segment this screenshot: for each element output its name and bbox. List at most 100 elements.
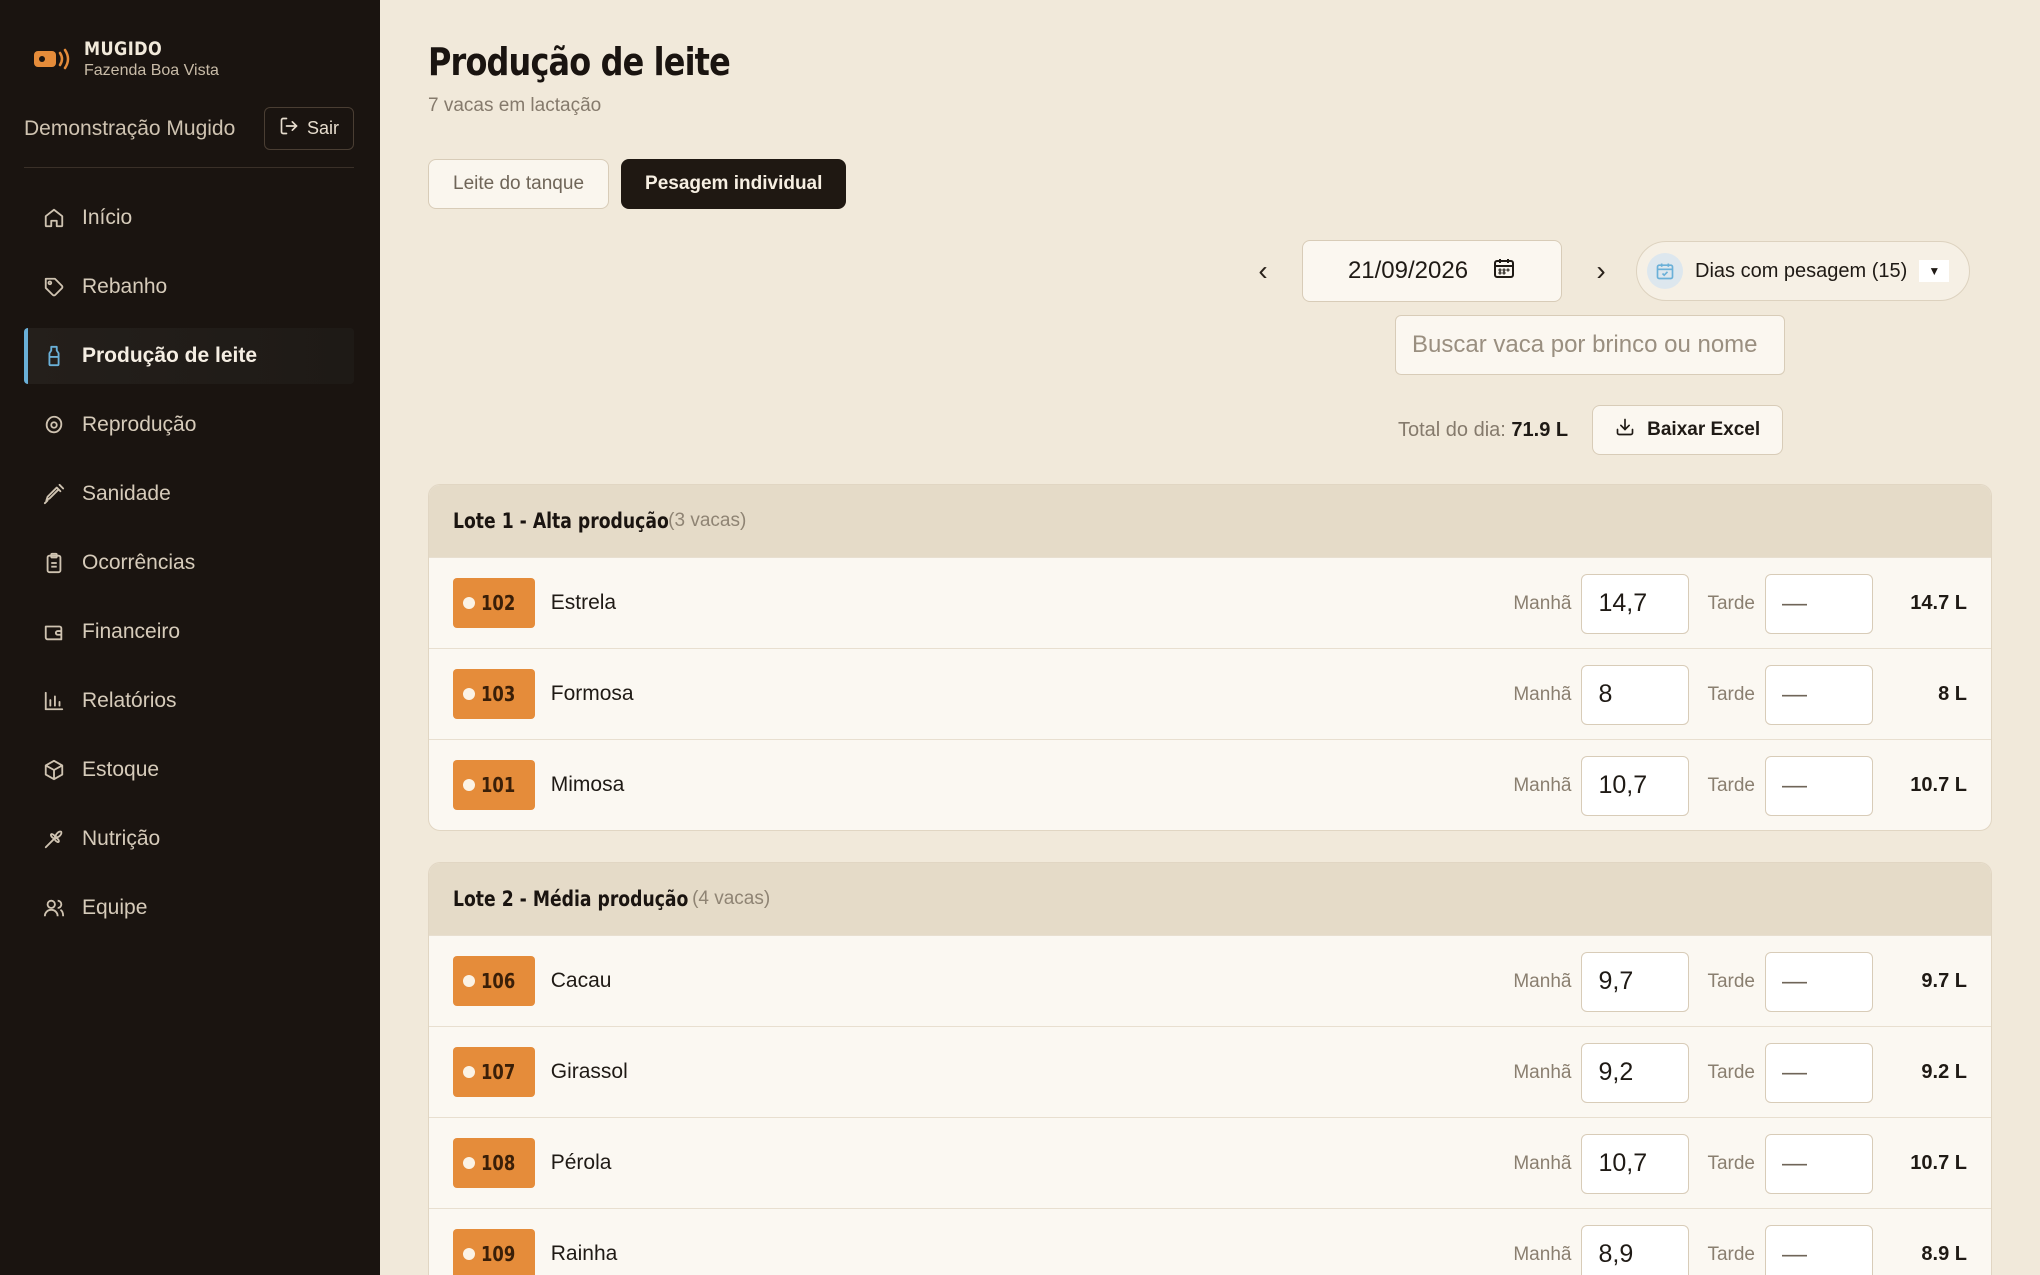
home-icon	[42, 206, 66, 230]
morning-label: Manhã	[1513, 1061, 1572, 1083]
afternoon-input[interactable]	[1765, 573, 1873, 634]
cow-total: 8.9 L	[1921, 1243, 1967, 1265]
cow-row: 109 Rainha Manhã Tarde 8.9 L	[429, 1208, 1991, 1275]
day-total-value: 71.9 L	[1511, 418, 1569, 441]
afternoon-label: Tarde	[1707, 970, 1755, 992]
sidebar-item-label: Ocorrências	[82, 551, 196, 574]
afternoon-input[interactable]	[1765, 664, 1873, 725]
sidebar-item-equipe[interactable]: Equipe	[24, 880, 354, 936]
download-excel-button[interactable]: Baixar Excel	[1592, 405, 1784, 455]
lot-count: (3 vacas)	[668, 510, 747, 531]
afternoon-input[interactable]	[1765, 1133, 1873, 1194]
sidebar-item-relatorios[interactable]: Relatórios	[24, 673, 354, 729]
sidebar-item-label: Início	[82, 206, 133, 229]
sidebar-item-sanidade[interactable]: Sanidade	[24, 466, 354, 522]
ear-tag-badge: 103	[453, 669, 535, 719]
morning-input[interactable]	[1581, 1133, 1690, 1194]
lot-count: (4 vacas)	[692, 888, 771, 909]
tab-leite-do-tanque[interactable]: Leite do tanque	[428, 159, 610, 209]
farm-name: Fazenda Boa Vista	[84, 62, 219, 79]
mugido-logo-icon	[32, 38, 74, 80]
sidebar-divider	[24, 167, 354, 168]
tag-dot-icon	[463, 1157, 475, 1169]
next-day-button[interactable]: ›	[1578, 255, 1624, 287]
user-row: Demonstração Mugido Sair	[24, 107, 354, 150]
sidebar-item-label: Relatórios	[82, 689, 177, 712]
box-icon	[42, 758, 66, 782]
afternoon-input[interactable]	[1765, 755, 1873, 816]
tabs: Leite do tanque Pesagem individual	[428, 159, 847, 209]
morning-input[interactable]	[1581, 1224, 1690, 1275]
sidebar-item-financeiro[interactable]: Financeiro	[24, 604, 354, 660]
main-content: Produção de leite 7 vacas em lactação Le…	[380, 0, 2040, 1275]
sidebar-item-producao-de-leite[interactable]: Produção de leite	[24, 328, 354, 384]
weighing-days-dropdown[interactable]: Dias com pesagem (15) ▼	[1636, 241, 1971, 301]
morning-input[interactable]	[1581, 573, 1690, 634]
lot-header: Lote 2 - Média produção (4 vacas)	[429, 863, 1991, 935]
morning-input[interactable]	[1581, 755, 1690, 816]
search-input[interactable]	[1395, 315, 1785, 375]
lot-title: Lote 1 - Alta produção	[453, 509, 669, 533]
user-name: Demonstração Mugido	[24, 116, 236, 140]
cow-name: Estrela	[550, 591, 617, 614]
cow-total: 10.7 L	[1910, 774, 1967, 796]
morning-input[interactable]	[1581, 951, 1690, 1012]
cow-name: Pérola	[550, 1151, 612, 1174]
cow-name: Cacau	[550, 969, 612, 992]
ear-tag-number: 101	[481, 773, 516, 797]
afternoon-label: Tarde	[1707, 774, 1755, 796]
bar-chart-icon	[42, 689, 66, 713]
sidebar: MUGIDO Fazenda Boa Vista Demonstração Mu…	[0, 0, 380, 1275]
sidebar-item-reproducao[interactable]: Reprodução	[24, 397, 354, 453]
wheat-icon	[42, 827, 66, 851]
calendar-check-icon	[1647, 253, 1683, 289]
lot-header: Lote 1 - Alta produção (3 vacas)	[429, 485, 1991, 557]
milk-bottle-icon	[42, 344, 66, 368]
sidebar-nav: Início Rebanho Produção de leite Reprodu…	[24, 190, 354, 949]
morning-label: Manhã	[1513, 774, 1572, 796]
morning-input[interactable]	[1581, 1042, 1690, 1103]
ear-tag-number: 103	[481, 682, 516, 706]
tab-pesagem-individual[interactable]: Pesagem individual	[621, 159, 847, 209]
brand[interactable]: MUGIDO Fazenda Boa Vista	[32, 38, 219, 80]
ear-tag-number: 108	[481, 1151, 516, 1175]
cow-row: 106 Cacau Manhã Tarde 9.7 L	[429, 935, 1991, 1026]
morning-label: Manhã	[1513, 683, 1572, 705]
tag-dot-icon	[463, 779, 475, 791]
afternoon-label: Tarde	[1707, 1152, 1755, 1174]
reproduction-icon	[42, 413, 66, 437]
weighing-days-label: Dias com pesagem (15)	[1695, 259, 1908, 282]
ear-tag-badge: 102	[453, 578, 535, 628]
logout-button[interactable]: Sair	[263, 107, 354, 150]
sidebar-item-label: Estoque	[82, 758, 160, 781]
morning-input[interactable]	[1581, 664, 1690, 725]
sidebar-item-label: Sanidade	[82, 482, 171, 505]
afternoon-input[interactable]	[1765, 1224, 1873, 1275]
tag-dot-icon	[463, 1248, 475, 1260]
previous-day-button[interactable]: ‹	[1240, 255, 1286, 287]
cow-row: 107 Girassol Manhã Tarde 9.2 L	[429, 1026, 1991, 1117]
cow-name: Mimosa	[550, 773, 625, 796]
sidebar-item-estoque[interactable]: Estoque	[24, 742, 354, 798]
sidebar-item-label: Reprodução	[82, 413, 197, 436]
afternoon-input[interactable]	[1765, 1042, 1873, 1103]
cow-name: Girassol	[550, 1060, 628, 1083]
ear-tag-badge: 108	[453, 1138, 535, 1188]
sidebar-item-rebanho[interactable]: Rebanho	[24, 259, 354, 315]
sidebar-item-nutricao[interactable]: Nutrição	[24, 811, 354, 867]
sidebar-item-inicio[interactable]: Início	[24, 190, 354, 246]
date-field[interactable]: 21/09/2026	[1302, 240, 1562, 302]
ear-tag-badge: 101	[453, 760, 535, 810]
afternoon-input[interactable]	[1765, 951, 1873, 1012]
ear-tag-number: 102	[481, 591, 516, 615]
page-title: Produção de leite	[428, 40, 731, 84]
sidebar-item-label: Rebanho	[82, 275, 168, 298]
sidebar-item-label: Nutrição	[82, 827, 161, 850]
lot-group: Lote 2 - Média produção (4 vacas) 106 Ca…	[428, 862, 1992, 1275]
day-total-label: Total do dia:	[1398, 418, 1506, 441]
sidebar-item-ocorrencias[interactable]: Ocorrências	[24, 535, 354, 591]
cow-row: 102 Estrela Manhã Tarde 14.7 L	[429, 557, 1991, 648]
day-summary: Total do dia: 71.9 L Baixar Excel	[1398, 405, 1784, 455]
afternoon-label: Tarde	[1707, 592, 1755, 614]
syringe-icon	[42, 482, 66, 506]
